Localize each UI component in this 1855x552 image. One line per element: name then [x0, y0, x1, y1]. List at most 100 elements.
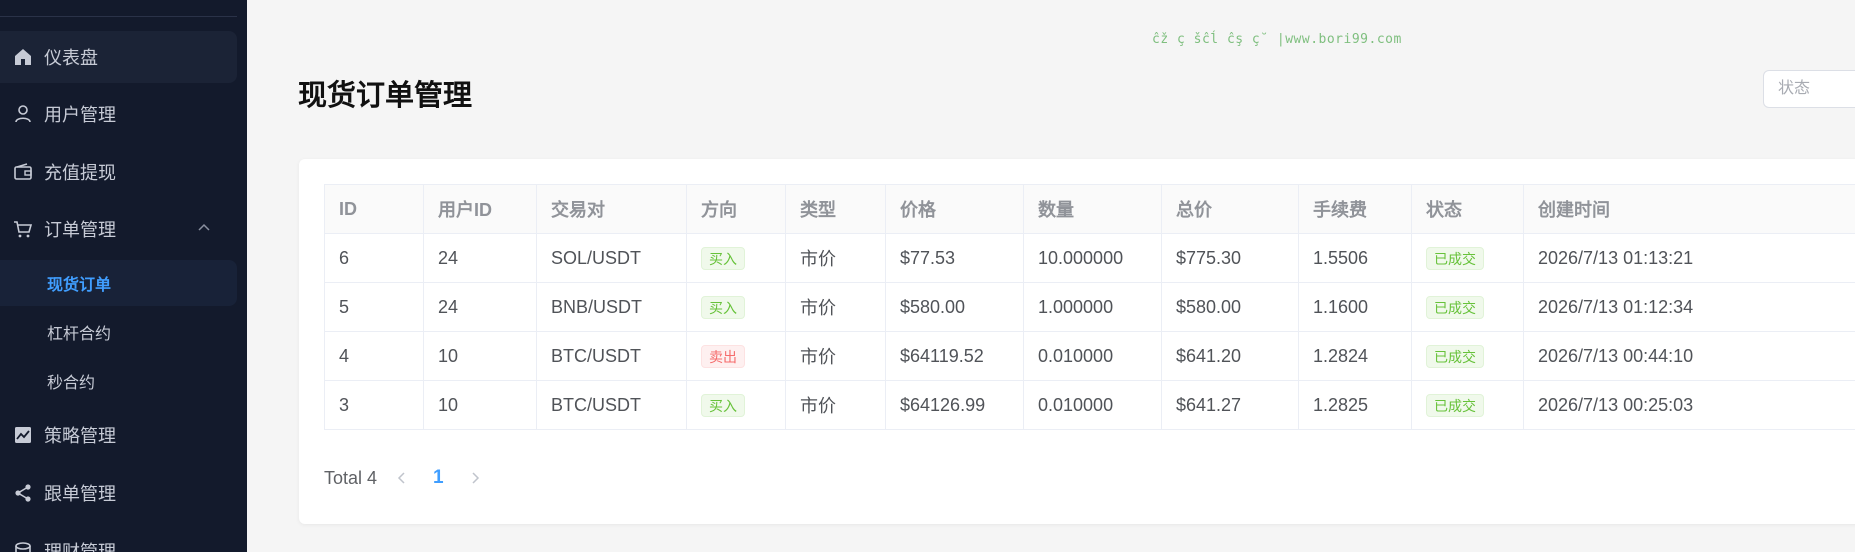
main-content: ĉž ç šĉĺ ĉş ç˘ |www.bori99.com 现货订单管理 状态… — [247, 0, 1855, 552]
cell-type: 市价 — [785, 331, 886, 381]
column-header[interactable]: 手续费 — [1298, 184, 1412, 234]
sidebar-item-label: 跟单管理 — [44, 484, 116, 504]
column-header[interactable]: 用户ID — [423, 184, 537, 234]
cell-type: 市价 — [785, 282, 886, 332]
sidebar-item-orders[interactable]: 订单管理 — [0, 203, 237, 255]
cell-user-id: 24 — [423, 233, 537, 283]
table-header-row: ID 用户ID 交易对 方向 类型 价格 数量 总价 手续费 状态 创建时间 — [324, 184, 1855, 234]
sidebar-divider — [0, 16, 237, 17]
sidebar-item-copy-trading[interactable]: 跟单管理 — [0, 467, 237, 519]
orders-table-wrap: ID 用户ID 交易对 方向 类型 价格 数量 总价 手续费 状态 创建时间 6… — [324, 184, 1855, 430]
cell-qty: 0.010000 — [1023, 331, 1162, 381]
sidebar-item-spot-orders[interactable]: 现货订单 — [0, 260, 237, 306]
column-header[interactable]: 价格 — [885, 184, 1024, 234]
pagination-page-button[interactable]: 1 — [433, 467, 444, 489]
column-header[interactable]: 数量 — [1023, 184, 1162, 234]
sidebar-item-dashboard[interactable]: 仪表盘 — [0, 31, 237, 83]
cell-fee: 1.2824 — [1298, 331, 1412, 381]
cell-user-id: 10 — [423, 380, 537, 430]
table-row[interactable]: 5 24 BNB/USDT 买入 市价 $580.00 1.000000 $58… — [324, 282, 1855, 332]
cell-pair: SOL/USDT — [536, 233, 687, 283]
cell-type: 市价 — [785, 233, 886, 283]
pagination-total: Total 4 — [324, 467, 378, 488]
page-title: 现货订单管理 — [298, 80, 473, 112]
sidebar-item-label: 杠杆合约 — [47, 326, 112, 343]
cell-status: 已成交 — [1411, 282, 1524, 332]
column-header[interactable]: ID — [324, 184, 424, 234]
cell-fee: 1.1600 — [1298, 282, 1412, 332]
side-badge: 买入 — [701, 295, 745, 319]
cell-price: $64119.52 — [885, 331, 1024, 381]
cell-type: 市价 — [785, 380, 886, 430]
chevron-right-icon[interactable] — [468, 471, 482, 485]
column-header[interactable]: 状态 — [1411, 184, 1524, 234]
cell-fee: 1.5506 — [1298, 233, 1412, 283]
sidebar-item-users[interactable]: 用户管理 — [0, 88, 237, 140]
column-header[interactable]: 方向 — [686, 184, 786, 234]
cell-qty: 1.000000 — [1023, 282, 1162, 332]
status-filter-select[interactable]: 状态 — [1763, 70, 1855, 108]
table-row[interactable]: 4 10 BTC/USDT 卖出 市价 $64119.52 0.010000 $… — [324, 331, 1855, 381]
table-row[interactable]: 3 10 BTC/USDT 买入 市价 $64126.99 0.010000 $… — [324, 380, 1855, 430]
status-badge: 已成交 — [1426, 246, 1484, 270]
cell-total: $641.27 — [1161, 380, 1299, 430]
cell-side: 买入 — [686, 282, 786, 332]
sidebar-item-label: 策略管理 — [44, 426, 116, 446]
cart-icon — [12, 218, 34, 240]
column-header[interactable]: 总价 — [1161, 184, 1299, 234]
sidebar-item-label: 理财管理 — [44, 542, 116, 552]
cell-status: 已成交 — [1411, 233, 1524, 283]
cell-total: $775.30 — [1161, 233, 1299, 283]
cell-side: 买入 — [686, 380, 786, 430]
chevron-up-icon[interactable] — [197, 221, 211, 235]
sidebar-item-label: 仪表盘 — [44, 48, 98, 68]
cell-total: $580.00 — [1161, 282, 1299, 332]
status-badge: 已成交 — [1426, 295, 1484, 319]
cell-user-id: 10 — [423, 331, 537, 381]
table-row[interactable]: 6 24 SOL/USDT 买入 市价 $77.53 10.000000 $77… — [324, 233, 1855, 283]
cell-id: 6 — [324, 233, 424, 283]
cell-created: 2026/7/13 01:12:34 — [1523, 282, 1855, 332]
watermark-text: ĉž ç šĉĺ ĉş ç˘ |www.bori99.com — [1152, 32, 1402, 47]
sidebar-item-leverage-contracts[interactable]: 杠杆合约 — [0, 309, 237, 355]
cell-pair: BTC/USDT — [536, 331, 687, 381]
pagination: Total 4 1 — [324, 467, 500, 489]
cell-created: 2026/7/13 00:25:03 — [1523, 380, 1855, 430]
sidebar-item-label: 订单管理 — [44, 220, 116, 240]
chart-icon — [12, 424, 34, 446]
sidebar-item-label: 充值提现 — [44, 163, 116, 183]
sidebar: 仪表盘 用户管理 充值提现 订单管理 现货订单 杠杆合约 秒合约 策略管理 跟单… — [0, 0, 247, 552]
sidebar-item-label: 用户管理 — [44, 105, 116, 125]
share-icon — [12, 482, 34, 504]
sidebar-item-label: 现货订单 — [47, 277, 112, 294]
chevron-left-icon[interactable] — [395, 471, 409, 485]
home-icon — [12, 46, 34, 68]
sidebar-item-second-contracts[interactable]: 秒合约 — [0, 358, 237, 404]
database-icon — [12, 540, 34, 552]
column-header[interactable]: 交易对 — [536, 184, 687, 234]
sidebar-item-strategy[interactable]: 策略管理 — [0, 409, 237, 461]
side-badge: 买入 — [701, 393, 745, 417]
cell-fee: 1.2825 — [1298, 380, 1412, 430]
cell-price: $64126.99 — [885, 380, 1024, 430]
column-header[interactable]: 创建时间 — [1523, 184, 1855, 234]
cell-price: $77.53 — [885, 233, 1024, 283]
sidebar-item-deposit-withdraw[interactable]: 充值提现 — [0, 146, 237, 198]
status-badge: 已成交 — [1426, 344, 1484, 368]
cell-qty: 10.000000 — [1023, 233, 1162, 283]
cell-status: 已成交 — [1411, 331, 1524, 381]
cell-qty: 0.010000 — [1023, 380, 1162, 430]
column-header[interactable]: 类型 — [785, 184, 886, 234]
sidebar-item-wealth[interactable]: 理财管理 — [0, 525, 237, 552]
user-icon — [12, 103, 34, 125]
wallet-icon — [12, 161, 34, 183]
status-badge: 已成交 — [1426, 393, 1484, 417]
cell-id: 4 — [324, 331, 424, 381]
cell-pair: BTC/USDT — [536, 380, 687, 430]
orders-card: ID 用户ID 交易对 方向 类型 价格 数量 总价 手续费 状态 创建时间 6… — [299, 159, 1855, 524]
side-badge: 买入 — [701, 246, 745, 270]
cell-id: 5 — [324, 282, 424, 332]
cell-pair: BNB/USDT — [536, 282, 687, 332]
side-badge: 卖出 — [701, 344, 745, 368]
cell-price: $580.00 — [885, 282, 1024, 332]
